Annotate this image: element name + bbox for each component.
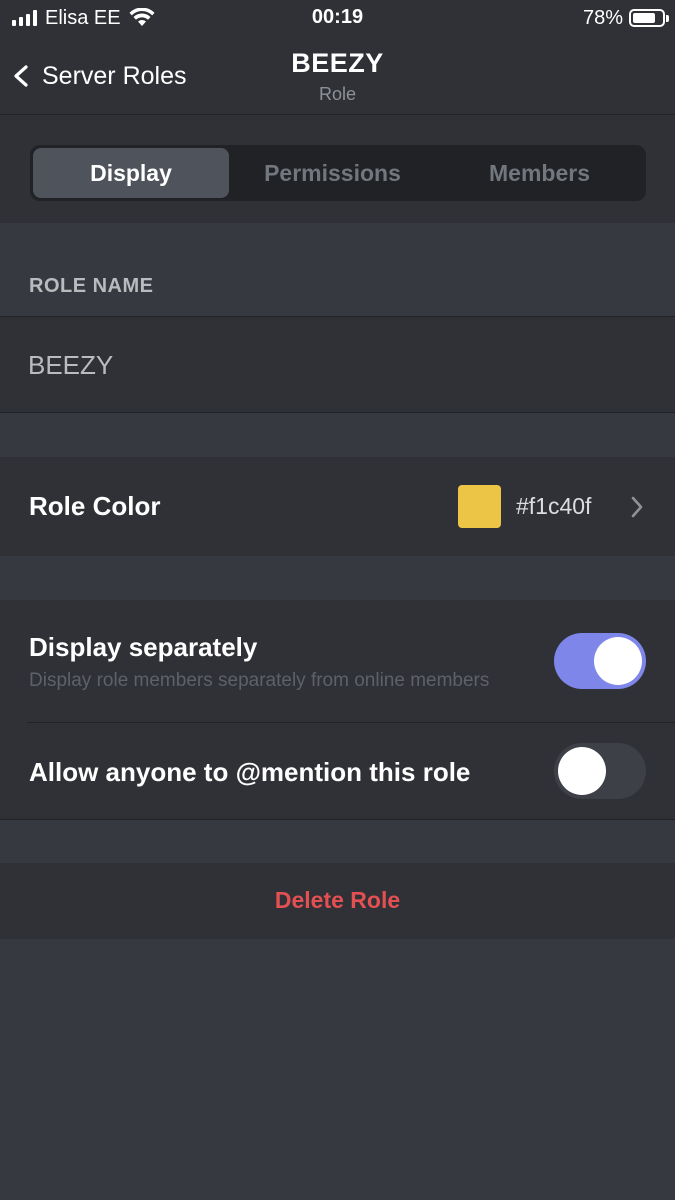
page-title: BEEZY [291,48,384,78]
tab-bar-container: Display Permissions Members [0,115,675,223]
mentionable-row: Allow anyone to @mention this role [27,722,675,819]
color-swatch [458,485,501,528]
display-separately-description: Display role members separately from onl… [29,670,490,691]
role-color-label: Role Color [29,491,161,521]
delete-role-button[interactable]: Delete Role [275,887,400,914]
tab-display[interactable]: Display [33,148,229,198]
status-right: 78% [582,6,669,30]
battery-fill [633,13,655,23]
status-time: 00:19 [311,6,364,28]
toggle-knob [594,637,642,685]
role-options-group: Display separately Display role members … [0,600,675,820]
display-separately-label: Display separately [29,632,258,662]
navigation-bar: Server Roles BEEZY Role [0,38,675,115]
role-color-row[interactable]: Role Color #f1c40f [0,457,675,556]
display-separately-row: Display separately Display role members … [0,600,675,722]
display-separately-toggle[interactable] [554,633,646,689]
segmented-control: Display Permissions Members [30,145,646,201]
role-name-header: ROLE NAME [29,275,154,297]
role-color-hex: #f1c40f [516,493,592,519]
tab-members[interactable]: Members [436,148,643,198]
role-name-input[interactable] [28,347,628,383]
toggle-knob [558,747,606,795]
role-name-section-header: ROLE NAME [0,223,675,316]
mentionable-label: Allow anyone to @mention this role [29,757,471,787]
tab-permissions[interactable]: Permissions [229,148,436,198]
battery-percent: 78% [582,6,623,29]
page-subtitle: Role [318,84,357,104]
battery-icon [629,9,669,27]
delete-role-row[interactable]: Delete Role [0,863,675,939]
mentionable-toggle[interactable] [554,743,646,799]
chevron-right-icon [631,496,643,518]
status-bar: Elisa EE 00:19 78% [0,0,675,38]
role-name-row [0,316,675,413]
